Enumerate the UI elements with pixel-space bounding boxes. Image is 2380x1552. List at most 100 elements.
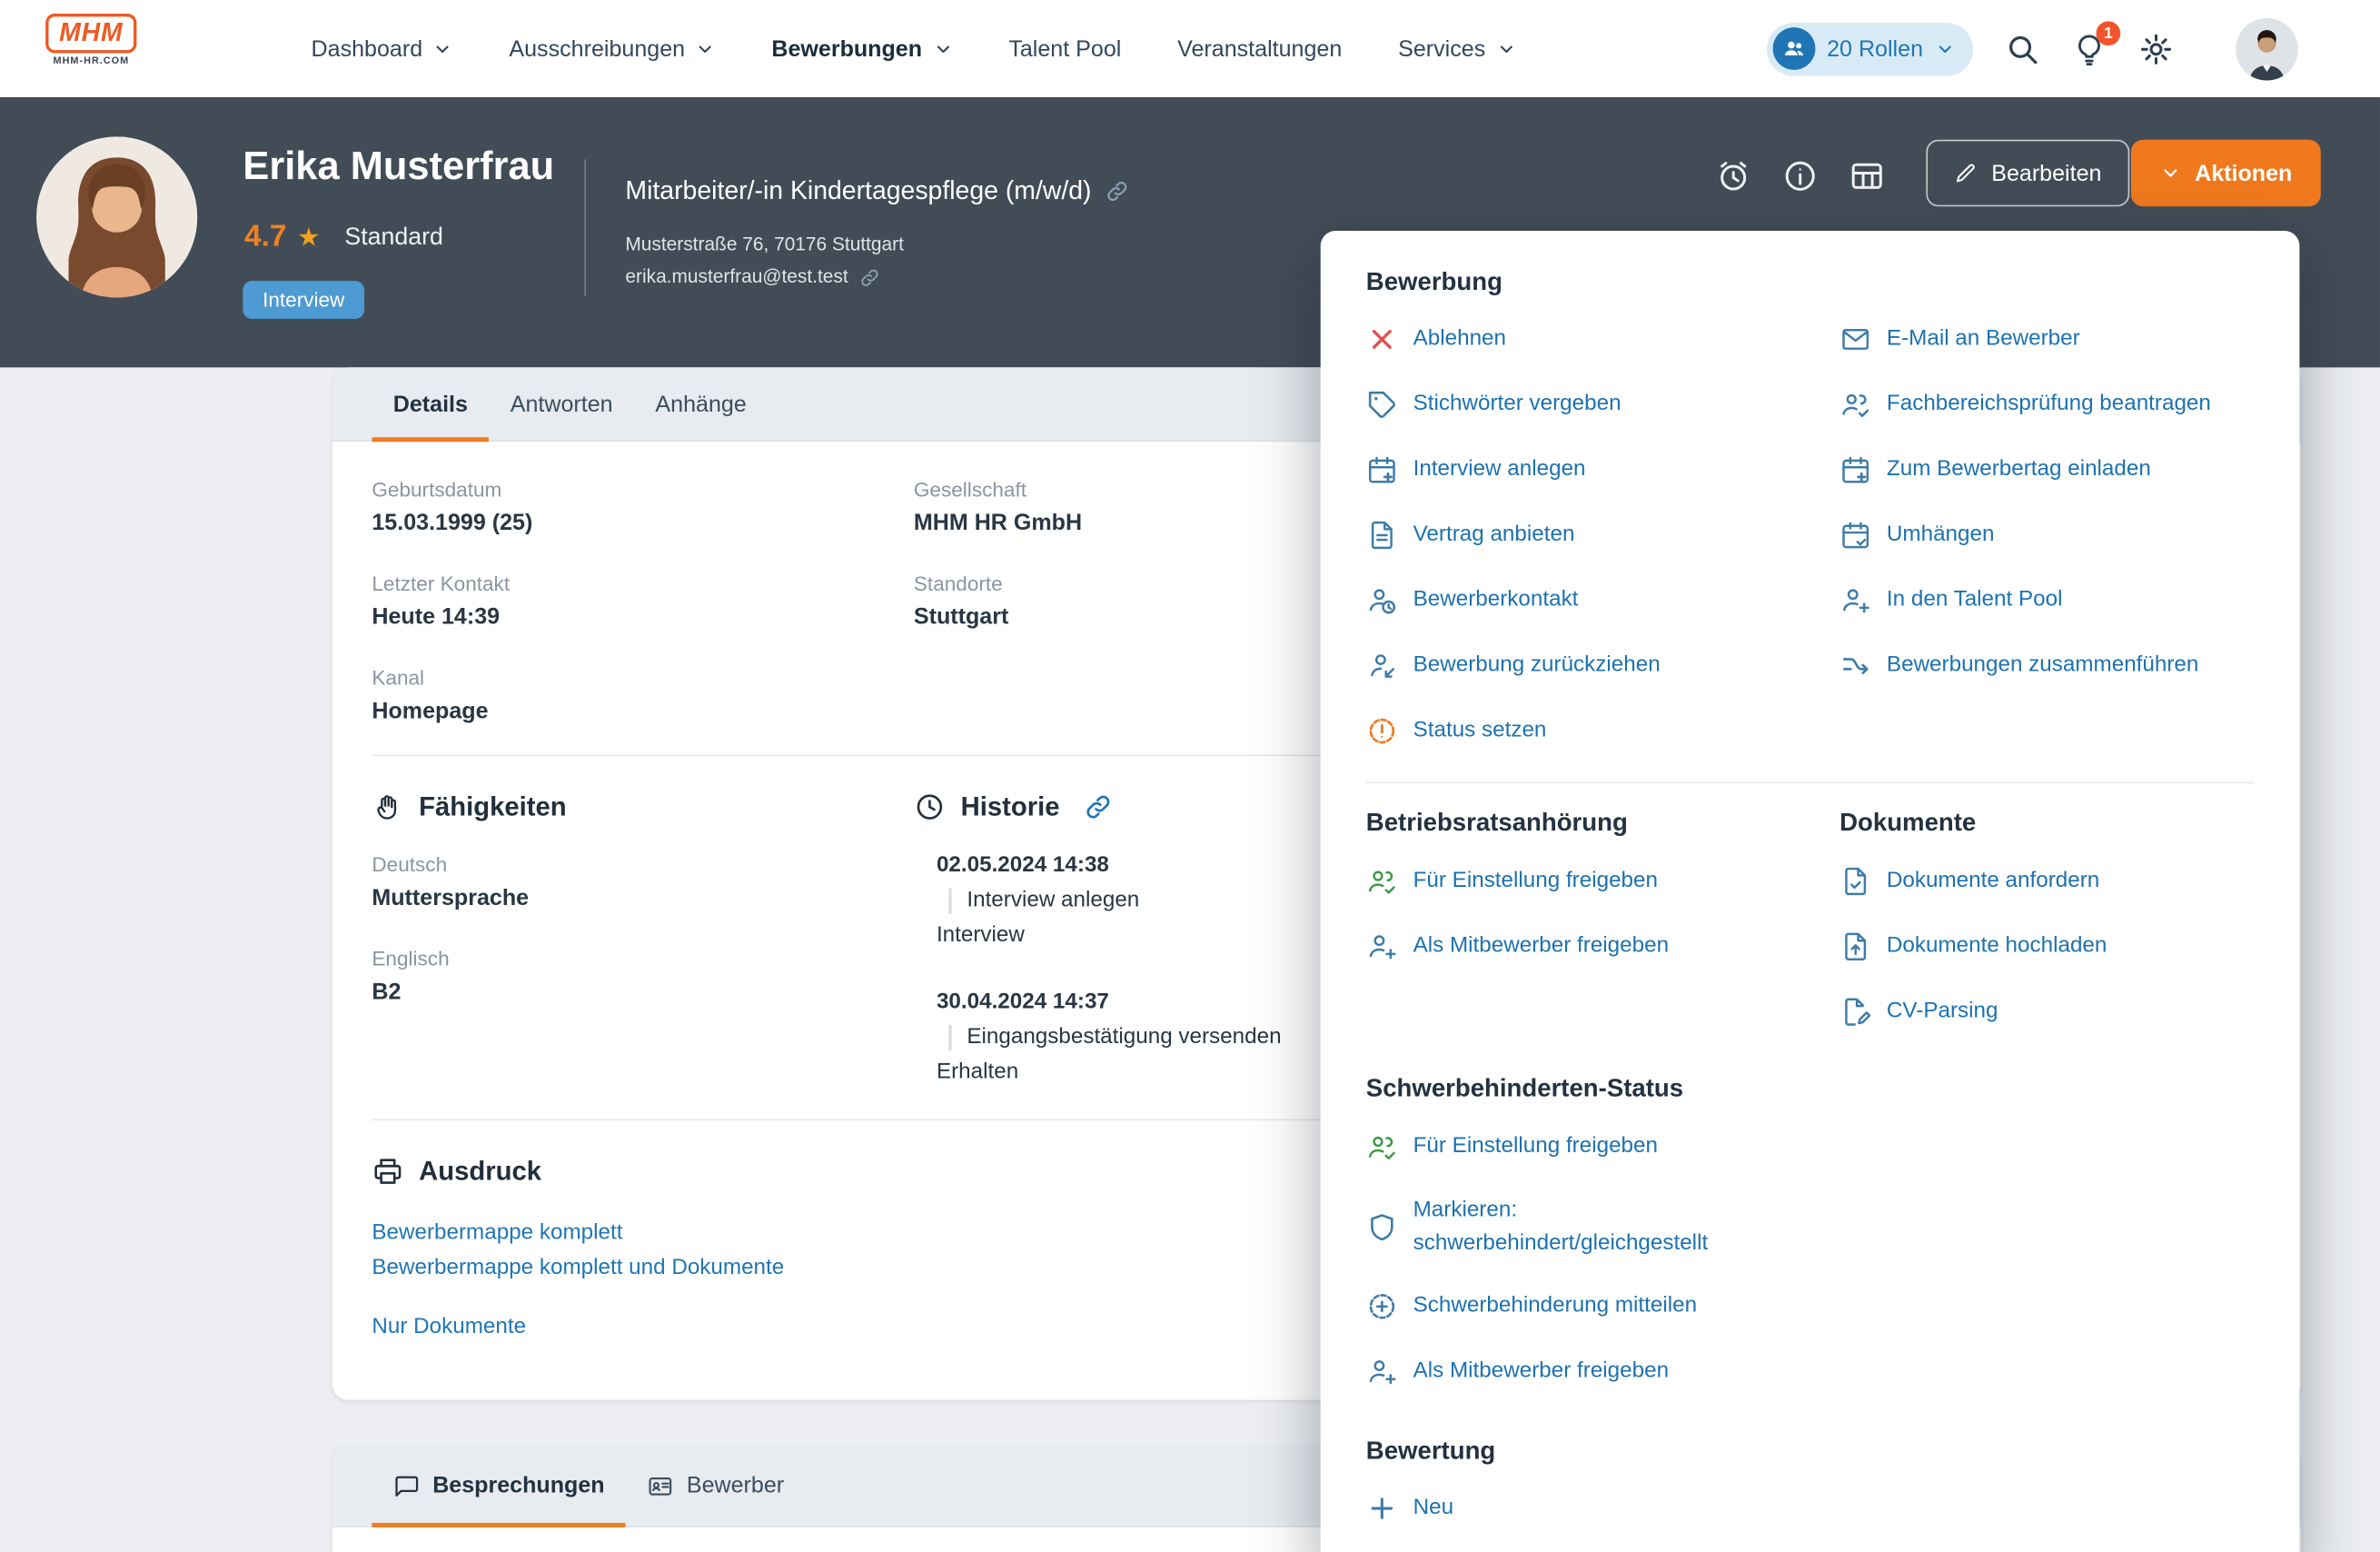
action-interview-anlegen[interactable]: Interview anlegen <box>1366 453 1586 486</box>
logo-text: MHM <box>45 14 136 53</box>
tab-details[interactable]: Details <box>372 367 489 440</box>
tab-anhaenge[interactable]: Anhänge <box>634 367 768 440</box>
actions-button[interactable]: Aktionen <box>2131 140 2321 207</box>
candidate-photo <box>36 136 197 297</box>
nav-ausschreibungen[interactable]: Ausschreibungen <box>509 35 715 61</box>
action-cv-parsing[interactable]: CV-Parsing <box>1840 994 1998 1028</box>
skill-label: Deutsch <box>372 853 447 878</box>
history-action: Eingangsbestätigung versenden <box>948 1025 1281 1050</box>
field-label: Geburtsdatum <box>372 478 501 502</box>
action-ablehnen[interactable]: Ablehnen <box>1366 322 1506 355</box>
table-icon[interactable] <box>1849 158 1885 194</box>
action-email-an-bewerber[interactable]: E-Mail an Bewerber <box>1840 322 2080 355</box>
job-title-row: Mitarbeiter/-in Kindertagespflege (m/w/d… <box>625 174 1129 206</box>
settings-button[interactable] <box>2138 31 2173 65</box>
status-alert-icon <box>1366 714 1398 746</box>
top-navigation: MHM MHM-HR.COM Dashboard Ausschreibungen… <box>0 0 2380 97</box>
skills-section-header: Fähigkeiten <box>372 791 566 823</box>
person-clock-icon <box>1366 583 1398 615</box>
job-info: Mitarbeiter/-in Kindertagespflege (m/w/d… <box>625 174 1129 288</box>
roles-dropdown[interactable]: 20 Rollen <box>1766 22 1973 75</box>
action-markieren-schwerbehindert[interactable]: Markieren: schwerbehindert/gleichgestell… <box>1366 1193 1708 1260</box>
nav-dashboard[interactable]: Dashboard <box>312 35 453 61</box>
print-title: Ausdruck <box>419 1156 541 1188</box>
skill-label: Englisch <box>372 948 449 972</box>
field-label: Standorte <box>914 572 1003 597</box>
action-bewertung-neu[interactable]: Neu <box>1366 1491 1453 1525</box>
action-vertrag-anbieten[interactable]: Vertrag anbieten <box>1366 518 1575 552</box>
action-schwerbehinderte-einstellung-freigeben[interactable]: Für Einstellung freigeben <box>1366 1129 1658 1163</box>
nav-label: Bewerbungen <box>771 35 922 61</box>
link-icon[interactable] <box>858 266 879 287</box>
action-dokumente-anfordern[interactable]: Dokumente anfordern <box>1840 864 2099 898</box>
skill-value: Muttersprache <box>372 885 529 912</box>
job-title: Mitarbeiter/-in Kindertagespflege (m/w/d… <box>625 174 1091 206</box>
chevron-down-icon <box>433 39 453 59</box>
shield-icon <box>1366 1211 1398 1243</box>
print-link-bewerbermappe[interactable]: Bewerbermappe komplett <box>372 1220 622 1246</box>
link-icon[interactable] <box>1106 178 1130 203</box>
skills-title: Fähigkeiten <box>419 791 566 823</box>
document-edit-icon <box>1840 995 1871 1027</box>
nav-bewerbungen[interactable]: Bewerbungen <box>771 35 952 61</box>
action-schwerbehinderung-mitteilen[interactable]: Schwerbehinderung mitteilen <box>1366 1289 1697 1323</box>
search-icon <box>2005 31 2039 65</box>
tab-label: Details <box>393 391 468 416</box>
action-in-den-talent-pool[interactable]: In den Talent Pool <box>1840 583 2062 617</box>
action-betriebsrat-einstellung-freigeben[interactable]: Für Einstellung freigeben <box>1366 864 1658 898</box>
field-value: Stuttgart <box>914 604 1008 632</box>
notifications-button[interactable]: 1 <box>2072 31 2107 65</box>
action-stichwoerter-vergeben[interactable]: Stichwörter vergeben <box>1366 387 1621 421</box>
history-entry: 30.04.2024 14:37 Eingangsbestätigung ver… <box>937 990 1282 1085</box>
reminder-alarm-icon[interactable] <box>1715 158 1751 194</box>
tab-label: Bewerber <box>687 1473 784 1498</box>
history-status: Erhalten <box>937 1060 1282 1085</box>
calendar-plus-icon <box>1840 453 1871 485</box>
print-link-bewerbermappe-dokumente[interactable]: Bewerbermappe komplett und Dokumente <box>372 1256 784 1281</box>
nav-label: Veranstaltungen <box>1177 35 1342 61</box>
link-icon[interactable] <box>1084 792 1113 821</box>
action-bewerbungen-zusammenfuehren[interactable]: Bewerbungen zusammenführen <box>1840 648 2198 681</box>
document-icon <box>1366 519 1398 551</box>
field-label: Kanal <box>372 667 424 691</box>
field-label: Letzter Kontakt <box>372 572 510 597</box>
action-fachbereichspruefung[interactable]: Fachbereichsprüfung beantragen <box>1840 387 2211 421</box>
nav-talent-pool[interactable]: Talent Pool <box>1008 35 1121 61</box>
action-zum-bewerbertag-einladen[interactable]: Zum Bewerbertag einladen <box>1840 453 2151 486</box>
info-icon[interactable] <box>1782 158 1819 194</box>
action-bewerberkontakt[interactable]: Bewerberkontakt <box>1366 583 1579 617</box>
skill-value: B2 <box>372 980 401 1007</box>
person-plus-icon <box>1366 930 1398 961</box>
search-button[interactable] <box>2005 31 2039 65</box>
edit-button[interactable]: Bearbeiten <box>1926 140 2128 207</box>
nav-veranstaltungen[interactable]: Veranstaltungen <box>1177 35 1342 61</box>
star-icon: ★ <box>297 223 320 253</box>
status-badge[interactable]: Interview <box>243 281 364 319</box>
app-logo[interactable]: MHM MHM-HR.COM <box>45 14 136 66</box>
user-avatar[interactable] <box>2236 17 2298 80</box>
clock-icon <box>914 791 946 823</box>
nav-services[interactable]: Services <box>1398 35 1516 61</box>
action-umhaengen[interactable]: Umhängen <box>1840 518 1994 552</box>
id-card-icon <box>647 1472 674 1499</box>
tab-bewerber[interactable]: Bewerber <box>626 1446 806 1527</box>
candidate-avatar[interactable] <box>36 136 197 297</box>
candidate-name: Erika Musterfrau <box>243 143 554 190</box>
candidate-email-row: erika.musterfrau@test.test <box>625 265 1129 288</box>
action-betriebsrat-mitbewerber-freigeben[interactable]: Als Mitbewerber freigeben <box>1366 930 1669 963</box>
pencil-icon <box>1953 161 1978 185</box>
candidate-email: erika.musterfrau@test.test <box>625 265 848 288</box>
history-status: Interview <box>937 923 1139 949</box>
hand-skills-icon <box>372 791 403 823</box>
history-timestamp: 30.04.2024 14:37 <box>937 990 1282 1015</box>
tab-label: Anhänge <box>655 391 746 416</box>
action-bewerbung-zurueckziehen[interactable]: Bewerbung zurückziehen <box>1366 648 1661 681</box>
print-link-nur-dokumente[interactable]: Nur Dokumente <box>372 1315 526 1340</box>
close-icon <box>1366 323 1398 354</box>
tab-antworten[interactable]: Antworten <box>489 367 634 440</box>
document-upload-icon <box>1840 930 1871 961</box>
tab-besprechungen[interactable]: Besprechungen <box>372 1446 626 1527</box>
action-schwerbehinderte-mitbewerber-freigeben[interactable]: Als Mitbewerber freigeben <box>1366 1354 1669 1388</box>
action-status-setzen[interactable]: Status setzen <box>1366 713 1547 747</box>
action-dokumente-hochladen[interactable]: Dokumente hochladen <box>1840 930 2107 963</box>
